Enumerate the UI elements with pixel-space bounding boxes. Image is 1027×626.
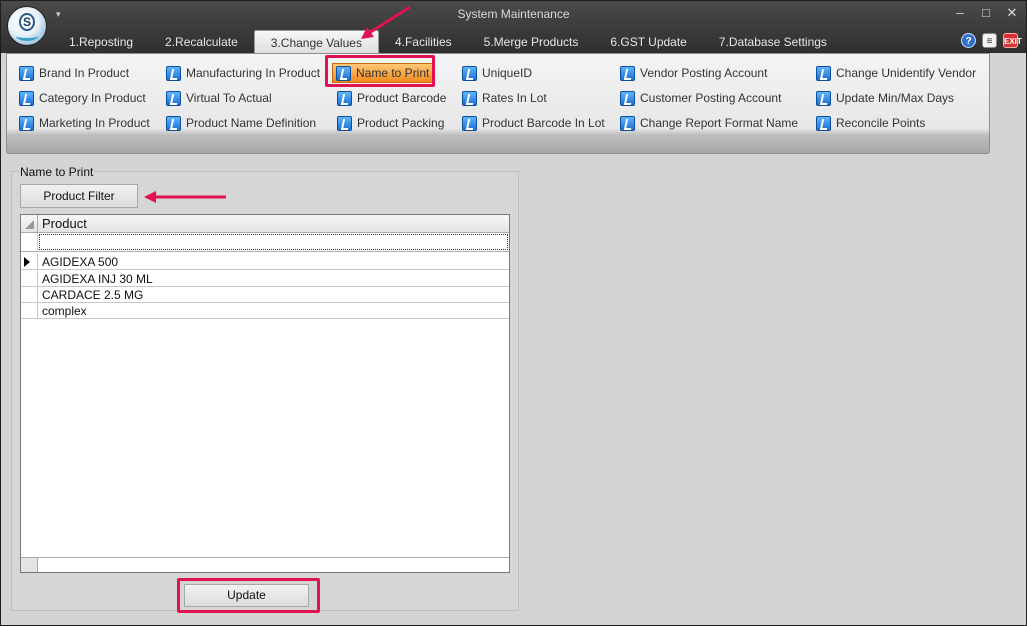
- arrow-to-product-filter: [144, 191, 226, 203]
- system-maintenance-window: S ▾ System Maintenance – □ ✕ 1.Reposting…: [0, 0, 1027, 626]
- arrow-to-change-values: [361, 5, 411, 39]
- annotation-arrows: [144, 5, 411, 203]
